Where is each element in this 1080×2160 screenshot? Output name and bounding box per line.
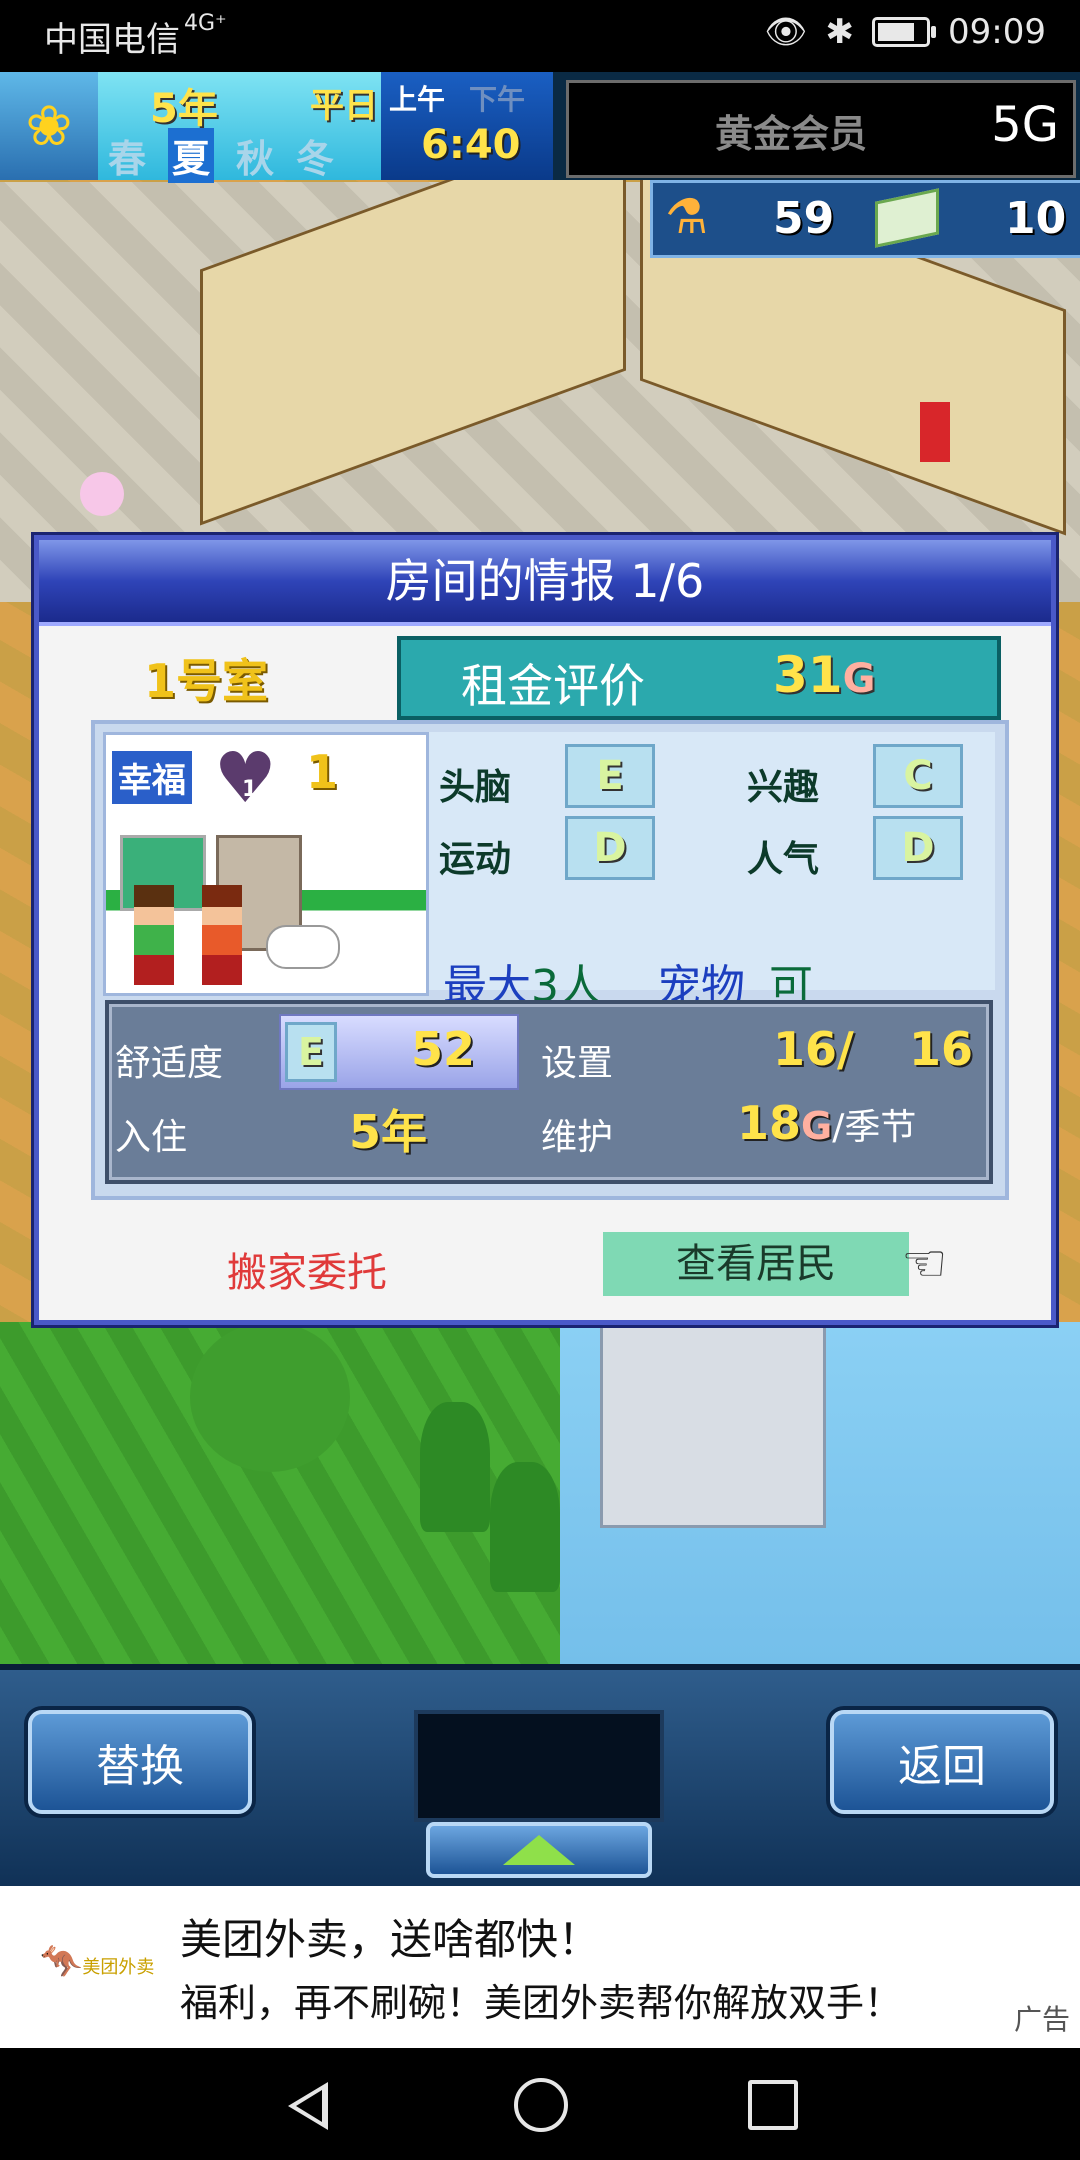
- comfort-grade: E: [285, 1022, 337, 1082]
- replace-button[interactable]: 替换: [28, 1710, 252, 1814]
- stat-hobby-label: 兴趣: [747, 767, 820, 808]
- status-right: 👁 ✱ 09:09: [764, 12, 1046, 52]
- carrier-label: 中国电信: [44, 20, 180, 60]
- status-bar: 中国电信 4G⁺ 👁 ✱ 09:09: [0, 0, 1080, 72]
- member-panel[interactable]: 黄金会员 5G: [566, 80, 1076, 178]
- expand-menu-button[interactable]: [426, 1822, 652, 1878]
- stat-sport-label: 运动: [439, 839, 512, 880]
- stat-panel: 头脑 E 兴趣 C 运动 D 人气 D 最大3人 宠物 可: [429, 732, 995, 1012]
- up-arrow-icon: [503, 1835, 575, 1865]
- top-hud: ❀ 5年 平日 春 夏 秋 冬 上午 下午 6:40 黄金会员 5G: [0, 72, 1080, 183]
- date-panel: 5年 平日 春 夏 秋 冬: [98, 72, 381, 183]
- comfort-label: 舒适度: [115, 1043, 224, 1084]
- year-label: 5年: [150, 86, 218, 132]
- tree-icon: [490, 1462, 560, 1592]
- ad-banner[interactable]: 🦘美团外卖 美团外卖，送啥都快！ 福利，再不刷碗！美团外卖帮你解放双手！ 广告: [0, 1886, 1080, 2048]
- flask-icon: ⚗: [665, 189, 709, 245]
- upkeep-value: 18G/季节: [737, 1096, 917, 1150]
- rent-label: 租金评价: [461, 659, 645, 713]
- happiness-label: 幸福: [112, 751, 192, 804]
- tree-icon: [420, 1402, 490, 1532]
- move-request-button[interactable]: 搬家委托: [227, 1240, 387, 1298]
- meituan-logo: 🦘美团外卖: [40, 1942, 155, 1982]
- bottom-toolbar: 替换 返回: [0, 1664, 1080, 1892]
- resource-bar: ⚗ 59 10: [650, 180, 1080, 258]
- stat-popularity-grade: D: [873, 816, 963, 880]
- tree-icon: [190, 1322, 350, 1472]
- network-indicator: 4G⁺: [184, 11, 227, 36]
- dialog-title: 房间的情报 1/6: [385, 554, 705, 608]
- view-residents-label: 查看居民: [676, 1241, 836, 1287]
- research-points: 59: [773, 193, 835, 244]
- setting-max: 16: [909, 1022, 974, 1076]
- back-button[interactable]: 返回: [830, 1710, 1054, 1814]
- center-slot: [414, 1710, 664, 1822]
- season-autumn: 秋: [236, 137, 275, 181]
- game-clock: 6:40: [421, 122, 521, 168]
- season-spring: 春: [108, 137, 147, 181]
- am-pm-indicator: 上午 下午: [389, 78, 525, 118]
- time-panel: 上午 下午 6:40: [381, 72, 553, 180]
- network-badge: 5G: [991, 97, 1059, 153]
- member-label: 黄金会员: [715, 112, 868, 156]
- heart-level: 14: [242, 777, 273, 802]
- resident-icon: [202, 885, 242, 985]
- upkeep-label: 维护: [541, 1117, 614, 1158]
- lamp-icon: [80, 472, 124, 516]
- setting-value: 16/: [773, 1022, 854, 1076]
- battery-icon: [872, 17, 937, 47]
- season-summer: 夏: [168, 128, 215, 183]
- dialog-header: 房间的情报 1/6: [39, 540, 1051, 626]
- room-name: 1号室: [144, 654, 269, 708]
- pointing-hand-icon: ☜: [901, 1234, 948, 1294]
- resident-icon: [134, 885, 174, 985]
- clock-label: 09:09: [948, 12, 1046, 52]
- view-residents-button[interactable]: 查看居民: [603, 1232, 909, 1296]
- ad-tag: 广告: [1013, 2003, 1070, 2036]
- room-scene: 幸福 ♥ 14 1: [103, 732, 429, 996]
- back-nav-icon[interactable]: [288, 2082, 328, 2130]
- season-list: 春 夏 秋 冬: [108, 128, 334, 183]
- am-label: 上午: [389, 83, 446, 116]
- room-status-panel: 舒适度 E 52 设置 16/ 16 入住 5年 维护 18G/季节: [105, 1000, 993, 1184]
- day-type-label: 平日: [310, 86, 378, 126]
- ad-headline: 美团外卖，送啥都快！: [180, 1915, 601, 1964]
- setting-label: 设置: [541, 1043, 614, 1084]
- pm-label: 下午: [469, 83, 526, 116]
- sunflower-icon[interactable]: ❀: [0, 72, 98, 180]
- recents-nav-icon[interactable]: [748, 2080, 798, 2130]
- comfort-meter: E 52: [279, 1014, 519, 1090]
- comfort-value: 52: [411, 1022, 476, 1076]
- ticket-icon: [875, 188, 939, 248]
- eye-icon: 👁: [764, 12, 808, 52]
- baby-icon: [266, 925, 340, 969]
- system-nav-bar: [0, 2048, 1080, 2160]
- season-winter: 冬: [296, 137, 335, 181]
- ad-subline: 福利，再不刷碗！美团外卖帮你解放双手！: [180, 1981, 903, 2025]
- stat-sport-grade: D: [565, 816, 655, 880]
- bluetooth-icon: ✱: [825, 12, 855, 52]
- movein-value: 5年: [349, 1105, 428, 1159]
- building-entrance: [600, 1322, 826, 1528]
- stat-brain-grade: E: [565, 744, 655, 808]
- stat-popularity-label: 人气: [747, 839, 820, 880]
- fire-extinguisher-icon: [920, 402, 950, 462]
- home-nav-icon[interactable]: [514, 2078, 568, 2132]
- movein-label: 入住: [115, 1117, 188, 1158]
- rent-value: 31G: [773, 646, 876, 704]
- stat-hobby-grade: C: [873, 744, 963, 808]
- room-info-dialog: 房间的情报 1/6 1号室 租金评价 31G 幸福 ♥ 14 1 头脑 E 兴趣…: [34, 535, 1056, 1325]
- ticket-count: 10: [1005, 193, 1067, 244]
- room-details: 幸福 ♥ 14 1 头脑 E 兴趣 C 运动 D 人气 D 最大3人 宠物 可: [91, 720, 1009, 1200]
- rent-rating: 租金评价 31G: [397, 636, 1001, 720]
- stat-brain-label: 头脑: [439, 767, 512, 808]
- happiness-value: 1: [306, 745, 339, 799]
